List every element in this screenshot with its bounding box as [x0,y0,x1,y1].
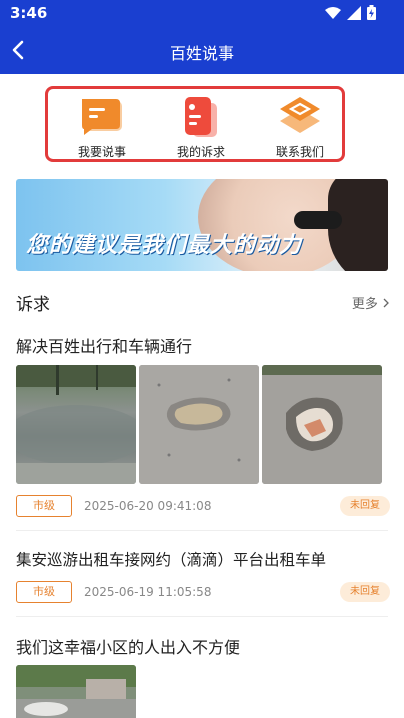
section-title: 诉求 [16,295,50,315]
promo-banner[interactable]: 您的建议是我们最大的动力 [16,179,388,271]
status-badge: 未回复 [340,582,390,602]
appeal-date: 2025-06-20 09:41:08 [84,499,212,513]
appeal-photo[interactable] [16,365,136,484]
appeal-title[interactable]: 我们这幸福小区的人出入不方便 [16,634,240,658]
app-header: 百姓说事 [0,26,404,74]
appeal-title[interactable]: 解决百姓出行和车辆通行 [16,333,192,357]
broken-road-image [262,365,382,484]
appeal-photo[interactable] [262,365,382,484]
status-bar: 3:46 [0,0,404,26]
signal-icon [347,5,361,20]
more-label: 更多 [351,297,378,312]
battery-icon [367,5,376,20]
action-contact-us[interactable]: 联系我们 [260,95,340,160]
chevron-right-icon [383,298,389,308]
community-entrance-image [16,665,136,718]
layers-icon [280,97,320,133]
status-badge: 未回复 [340,496,390,516]
status-time: 3:46 [10,4,48,22]
action-speak-up[interactable]: 我要说事 [62,95,142,160]
appeal-title[interactable]: 集安巡游出租车接网约（滴滴）平台出租车单 [16,548,326,570]
action-my-appeals[interactable]: 我的诉求 [161,95,241,160]
action-label: 我要说事 [77,145,126,159]
document-icon [185,97,217,137]
status-icons [325,5,376,20]
divider [16,616,388,617]
page-title: 百姓说事 [169,44,234,63]
level-tag: 市级 [16,581,72,603]
action-label: 我的诉求 [176,145,225,159]
more-link[interactable]: 更多 [352,293,390,312]
flooded-road-image [16,365,136,484]
appeal-date: 2025-06-19 11:05:58 [84,585,212,599]
chat-bubble-icon [82,99,122,135]
quick-actions: 我要说事 我的诉求 联系我们 [45,86,345,162]
action-label: 联系我们 [275,145,324,159]
level-tag: 市级 [16,495,72,517]
wifi-icon [325,6,341,19]
top-bar: 3:46 百姓说事 [0,0,404,74]
appeal-photo[interactable] [16,665,136,718]
banner-slogan: 您的建议是我们最大的动力 [26,233,303,258]
divider [16,530,388,531]
appeal-photo[interactable] [139,365,259,484]
pothole-image [139,365,259,484]
